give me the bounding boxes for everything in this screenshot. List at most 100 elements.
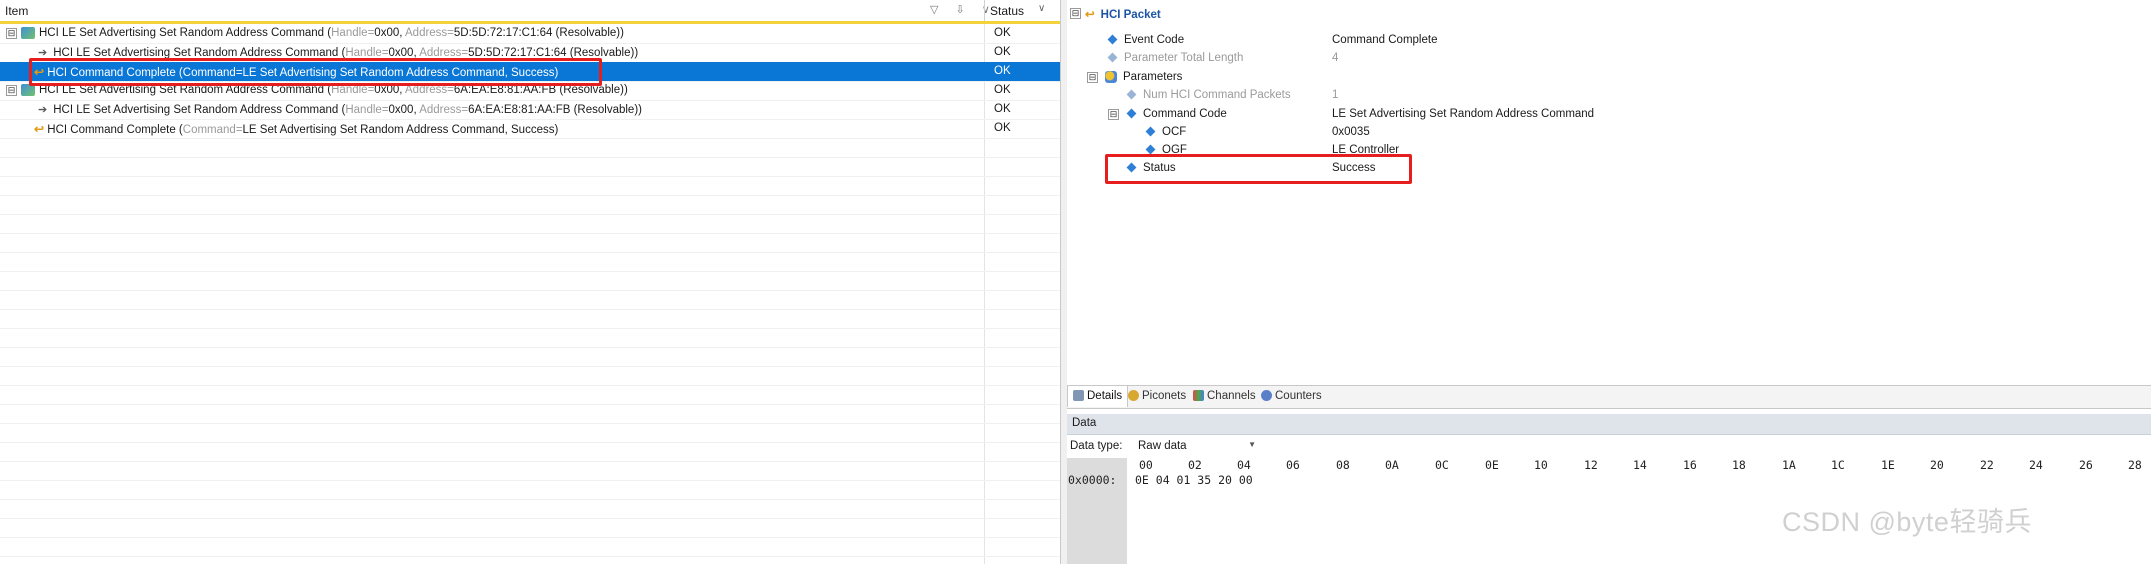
empty-row [0,157,1060,177]
column-separator[interactable] [984,0,985,21]
property-key: Parameters [1105,71,1182,83]
collapse-toggle[interactable]: ⊟ [1087,72,1098,83]
empty-row [0,195,1060,215]
property-row[interactable]: Event Code Command Complete [1067,32,2151,50]
hex-column-header: 18 [1732,458,1746,472]
property-row[interactable]: Parameter Total Length 4 [1067,50,2151,68]
param-key: Address= [405,27,454,40]
item-cell: ➔ HCI LE Set Advertising Set Random Addre… [38,103,642,116]
hex-column-header: 00 [1139,458,1153,472]
property-key-label: OCF [1162,126,1187,138]
property-value: LE Set Advertising Set Random Address Co… [1332,108,1595,120]
paren-close: ) [620,27,624,40]
hex-column-header: 14 [1633,458,1647,472]
property-key-label: OGF [1162,144,1187,154]
hex-column-header: 20 [1930,458,1944,472]
hex-column-header: 24 [2029,458,2043,472]
hex-column-header: 0C [1435,458,1449,472]
tab-label: Details [1087,390,1123,402]
field-icon [1145,145,1156,154]
data-type-select[interactable]: Raw data ▼ [1133,437,1260,456]
empty-row [0,442,1060,462]
param-value: 0x00 [374,27,400,40]
collapse-toggle[interactable]: ⊟ [6,28,17,39]
property-group-row[interactable]: ⊟ Command Code LE Set Advertising Set Ra… [1067,106,2151,124]
column-filter-icons[interactable]: ▽ ⇩ ∨ [930,3,997,16]
empty-row [0,461,1060,481]
packet-list-pane: Item ▽ ⇩ ∨ Status ∨ ⊟ HCI LE Set Adverti… [0,0,1061,564]
property-key: Parameter Total Length [1107,52,1243,64]
hex-column-header: 16 [1683,458,1697,472]
empty-row [0,328,1060,348]
hex-column-header: 02 [1188,458,1202,472]
table-row[interactable]: ⊟ HCI LE Set Advertising Set Random Addr… [0,24,1060,44]
property-value: 0x0035 [1332,126,1370,138]
property-key-label: Event Code [1124,34,1185,46]
paren-close: ) [623,84,628,97]
status-cell: OK [994,65,1011,77]
chevron-down-icon[interactable]: ∨ [1038,3,1045,14]
property-row[interactable]: Num HCI Command Packets 1 [1067,87,2151,105]
field-icon [1107,53,1118,63]
field-icon [1126,109,1137,119]
property-row[interactable]: OGF LE Controller [1067,142,2151,154]
table-row[interactable]: ➔ HCI LE Set Advertising Set Random Addre… [0,100,1060,120]
property-value: 1 [1332,89,1339,101]
table-row[interactable]: ↩ HCI Command Complete (Command=LE Set A… [0,119,1060,139]
annotation-highlight-box [29,58,602,86]
hex-column-header: 22 [1980,458,1994,472]
item-cell: HCI LE Set Advertising Set Random Addres… [21,27,624,39]
param-value: 6A:EA:E8:81:AA:FB (Resolvable) [468,104,639,116]
field-icon [1126,90,1137,100]
collapse-toggle[interactable]: ⊟ [1070,8,1081,19]
item-title: HCI LE Set Advertising Set Random Addres… [53,104,339,116]
tab-channels[interactable]: Channels [1188,386,1261,407]
tab-counters[interactable]: Counters [1256,386,1327,407]
empty-row [0,385,1060,405]
property-key: Num HCI Command Packets [1126,89,1291,101]
bottom-tab-bar: Details Piconets Channels Counters [1067,385,2151,409]
piconets-icon [1128,390,1139,402]
collapse-toggle[interactable]: ⊟ [6,85,17,96]
empty-row [0,499,1060,519]
status-cell: OK [994,27,1011,39]
param-key: Command= [182,124,243,136]
data-panel-header: Data [1067,414,2151,435]
hex-column-header: 10 [1534,458,1548,472]
packet-title-label: HCI Packet [1100,9,1161,21]
status-cell: OK [994,84,1011,96]
grid-header: Item ▽ ⇩ ∨ Status ∨ [0,0,1060,24]
param-key: Handle= [331,27,375,40]
property-row[interactable]: OCF 0x0035 [1067,124,2151,142]
empty-row [0,423,1060,443]
hex-column-header: 08 [1336,458,1350,472]
hex-column-header: 1C [1831,458,1845,472]
item-column-header[interactable]: Item [5,4,28,18]
property-group-row[interactable]: ⊟ Parameters [1067,69,2151,87]
status-column-header[interactable]: Status [990,4,1024,18]
tab-details[interactable]: Details [1067,386,1129,407]
dropdown-arrow-icon: ▼ [1248,440,1256,449]
arrow-right-icon: ➔ [38,104,48,116]
channels-icon [1193,390,1204,402]
collapse-toggle[interactable]: ⊟ [1108,109,1119,120]
param-key: Address= [419,104,469,116]
hex-column-header: 0A [1385,458,1399,472]
param-value: 0x00 [388,104,414,116]
status-cell: OK [994,103,1011,115]
tab-label: Counters [1275,390,1322,402]
hex-bytes[interactable]: 0E 04 01 35 20 00 [1135,473,1253,487]
packet-header-row[interactable]: ⊟ ↩ HCI Packet [1067,5,2151,23]
tab-piconets[interactable]: Piconets [1123,386,1191,407]
item-cell: ↩ HCI Command Complete (Command=LE Set A… [34,122,558,136]
property-key: Command Code [1126,108,1227,120]
empty-row [0,518,1060,538]
property-value: LE Controller [1332,144,1400,154]
packet-title: ↩ HCI Packet [1085,7,1161,21]
paren-close: ) [634,47,639,59]
property-key-label: Parameters [1123,71,1183,84]
field-icon [1107,35,1118,45]
empty-row [0,233,1060,253]
empty-row [0,309,1060,329]
hex-column-header: 06 [1286,458,1300,472]
